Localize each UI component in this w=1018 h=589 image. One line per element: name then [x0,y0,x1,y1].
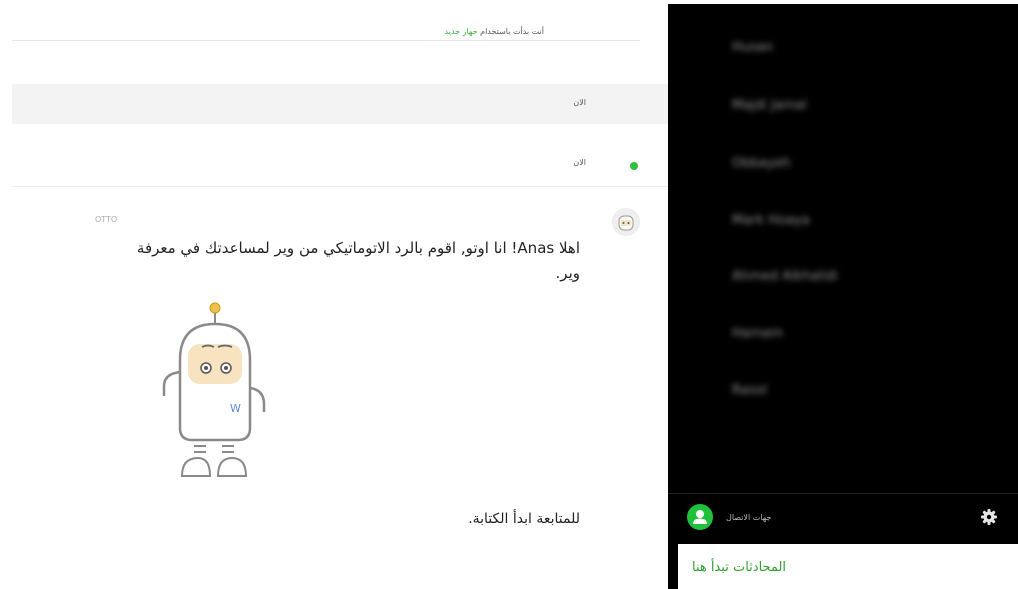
message-line: اهلا Anas! انا اوتو, اقوم بالرد الاتومات… [136,239,580,257]
start-typing-hint: للمتابعة ابدأ الكتابة. [468,511,580,527]
contact-item[interactable]: Hamam [732,326,783,341]
gear-icon[interactable] [980,508,998,526]
timestamp-row: الان [12,84,668,124]
notice-text: أنت بدأت باستخدام [480,27,544,36]
sidebar-footer: جهات الاتصال [668,493,1018,544]
new-device-notice: أنت بدأت باستخدام جهاز جديد [12,22,640,41]
timestamp: الان [573,98,586,107]
conversation-pane: أنت بدأت باستخدام جهاز جديد الان الان OT… [0,0,668,589]
status-row: الان [12,146,668,187]
svg-text:W: W [230,402,241,415]
user-icon[interactable] [687,504,713,530]
new-device-link[interactable]: جهاز جديد [445,27,478,36]
message-line: وير. [555,264,580,282]
contact-item[interactable]: Ahmed Alkhalidi [732,269,838,284]
contact-item[interactable]: Rasol [732,383,767,398]
sender-avatar [612,208,640,236]
contact-item[interactable]: Mark Hoaya [732,213,810,228]
contact-item[interactable]: Majdi Jamal [732,98,807,113]
start-card-label: المحادثات تبدأ هنا [692,560,787,575]
conversations-start-card[interactable]: المحادثات تبدأ هنا [678,544,1018,589]
contacts-label[interactable]: جهات الاتصال [726,513,771,522]
robot-illustration: W [150,300,280,490]
contact-item[interactable]: Obbayeh [732,156,791,171]
sender-name: OTTO [95,215,118,224]
timestamp: الان [573,158,586,167]
contacts-sidebar: Husan Majdi Jamal Obbayeh Mark Hoaya Ahm… [668,4,1018,589]
contact-item[interactable]: Husan [732,40,773,55]
message-text: اهلا Anas! انا اوتو, اقوم بالرد الاتومات… [100,236,580,286]
online-dot-icon [630,162,638,170]
